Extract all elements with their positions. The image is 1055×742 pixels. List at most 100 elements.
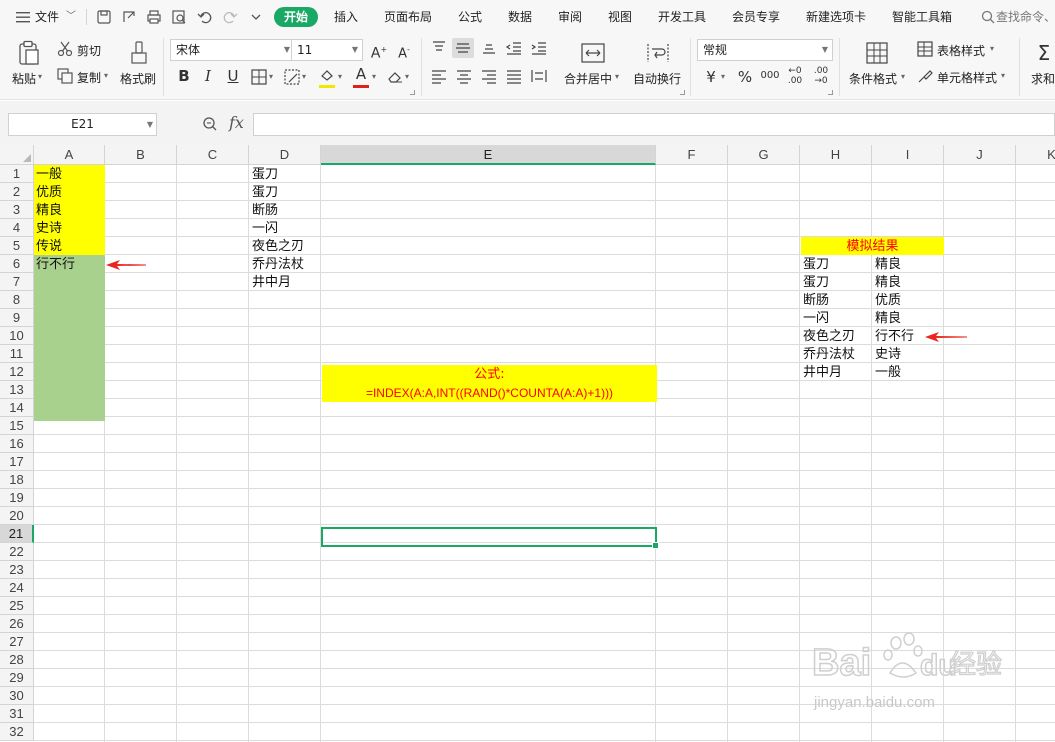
column-header-c[interactable]: C [177,145,249,165]
scissors-icon[interactable] [56,40,74,58]
underline-icon[interactable]: U [223,67,243,85]
cell-style-button[interactable]: 单元格样式 [937,69,997,86]
merge-center-icon[interactable] [580,41,606,65]
distributed-align-icon[interactable] [530,68,548,84]
align-center-icon[interactable] [455,68,473,84]
format-painter-button[interactable]: 格式刷 [120,70,156,87]
row-header-25[interactable]: 25 [0,597,34,615]
paste-icon[interactable] [16,40,42,66]
borders-icon[interactable] [250,68,268,86]
cell-a4[interactable]: 史诗 [34,220,62,238]
customize-toolbar-icon[interactable] [247,8,265,26]
redo-icon[interactable] [221,8,239,26]
increase-decimal-icon[interactable]: ←0.00 [785,66,805,86]
cell-a3[interactable]: 精良 [34,202,62,220]
align-right-icon[interactable] [480,68,498,84]
column-header-e[interactable]: E [321,145,656,165]
font-size-select[interactable]: 11 ▼ [291,39,363,61]
row-header-20[interactable]: 20 [0,507,34,525]
chevron-down-icon[interactable]: ▾ [38,72,42,81]
result-item-h9[interactable]: 一闪 [801,310,829,328]
number-format-select[interactable]: 常规 ▼ [697,39,833,61]
chevron-down-icon[interactable]: ▾ [721,72,725,81]
row-header-32[interactable]: 32 [0,723,34,741]
spreadsheet-grid[interactable]: ABCDEFGHIJK 1 2 3 4 5 6 7 8 9 10 11 12 13 14 15 16 17 18 1… [0,145,1055,742]
conditional-format-button[interactable]: 条件格式 [849,70,897,87]
search-icon[interactable] [979,8,997,26]
tab-formulas[interactable]: 公式 [458,8,482,26]
column-header-k[interactable]: K [1016,145,1055,165]
column-header-b[interactable]: B [105,145,177,165]
row-header-24[interactable]: 24 [0,579,34,597]
result-item-h10[interactable]: 夜色之刃 [801,328,855,346]
row-header-6[interactable]: 6 [0,255,34,273]
chevron-down-icon[interactable]: ▾ [990,44,994,53]
cell-style-brush-icon[interactable] [916,67,934,85]
tab-home[interactable]: 开始 [274,7,318,27]
thousands-separator-icon[interactable]: 000 [760,67,780,85]
paste-button[interactable]: 粘贴 [12,70,36,87]
cell-d4[interactable]: 一闪 [250,220,278,238]
result-grade-i6[interactable]: 精良 [873,256,901,274]
justify-icon[interactable] [505,68,523,84]
sum-button[interactable]: 求和 [1031,70,1055,87]
currency-icon[interactable]: ¥ [701,68,721,86]
select-all-corner[interactable] [0,145,34,165]
align-top-icon[interactable] [430,40,448,56]
formula-label[interactable]: 公式: [322,366,657,384]
row-header-29[interactable]: 29 [0,669,34,687]
fill-color-icon[interactable] [318,67,336,85]
conditional-format-icon[interactable] [865,41,889,65]
cell-d1[interactable]: 蛋刀 [250,166,278,184]
table-style-button[interactable]: 表格样式 [937,42,985,59]
row-header-9[interactable]: 9 [0,309,34,327]
cut-button[interactable]: 剪切 [77,42,101,59]
align-bottom-icon[interactable] [480,40,498,56]
column-header-h[interactable]: H [800,145,872,165]
zoom-search-icon[interactable] [201,115,219,133]
cell-a5[interactable]: 传说 [34,238,62,256]
row-header-15[interactable]: 15 [0,417,34,435]
result-grade-i12[interactable]: 一般 [873,364,901,382]
sum-icon[interactable]: Σ [1034,41,1054,65]
column-header-i[interactable]: I [872,145,944,165]
eraser-icon[interactable] [386,67,404,85]
row-header-18[interactable]: 18 [0,471,34,489]
result-grade-i9[interactable]: 精良 [873,310,901,328]
align-left-icon[interactable] [430,68,448,84]
result-grade-i11[interactable]: 史诗 [873,346,901,364]
wrap-text-button[interactable]: 自动换行 [633,70,681,87]
save-icon[interactable] [95,8,113,26]
row-header-3[interactable]: 3 [0,201,34,219]
formula-text[interactable]: =INDEX(A:A,INT((RAND()*COUNTA(A:A)+1))) [322,384,657,402]
cell-a6[interactable]: 行不行 [34,256,75,274]
row-header-28[interactable]: 28 [0,651,34,669]
table-style-icon[interactable] [916,40,934,58]
cell-d3[interactable]: 断肠 [250,202,278,220]
wrap-text-icon[interactable] [645,41,671,65]
name-box[interactable]: E21 ▼ [8,113,157,136]
font-dialog-launcher[interactable] [410,90,415,95]
align-middle-icon[interactable] [452,38,474,58]
result-item-h6[interactable]: 蛋刀 [801,256,829,274]
result-grade-i7[interactable]: 精良 [873,274,901,292]
chevron-down-icon[interactable]: ▾ [104,71,108,80]
row-header-8[interactable]: 8 [0,291,34,309]
tab-view[interactable]: 视图 [608,8,632,26]
font-color-icon[interactable]: A [351,65,371,83]
search-command-input[interactable]: 查找命令、 [996,8,1055,26]
row-header-14[interactable]: 14 [0,399,34,417]
selected-cell-e21[interactable] [321,527,659,549]
insert-function-icon[interactable]: fx [229,113,244,132]
tab-developer[interactable]: 开发工具 [658,8,706,26]
formula-input[interactable] [253,113,1055,136]
row-header-21[interactable]: 21 [0,525,34,543]
result-item-h8[interactable]: 断肠 [801,292,829,310]
cell-a2[interactable]: 优质 [34,184,62,202]
row-header-12[interactable]: 12 [0,363,34,381]
copy-button[interactable]: 复制 [77,69,101,86]
cell-d7[interactable]: 井中月 [250,274,291,292]
row-header-1[interactable]: 1 [0,165,34,183]
row-header-27[interactable]: 27 [0,633,34,651]
cell-style-icon[interactable] [283,68,301,86]
